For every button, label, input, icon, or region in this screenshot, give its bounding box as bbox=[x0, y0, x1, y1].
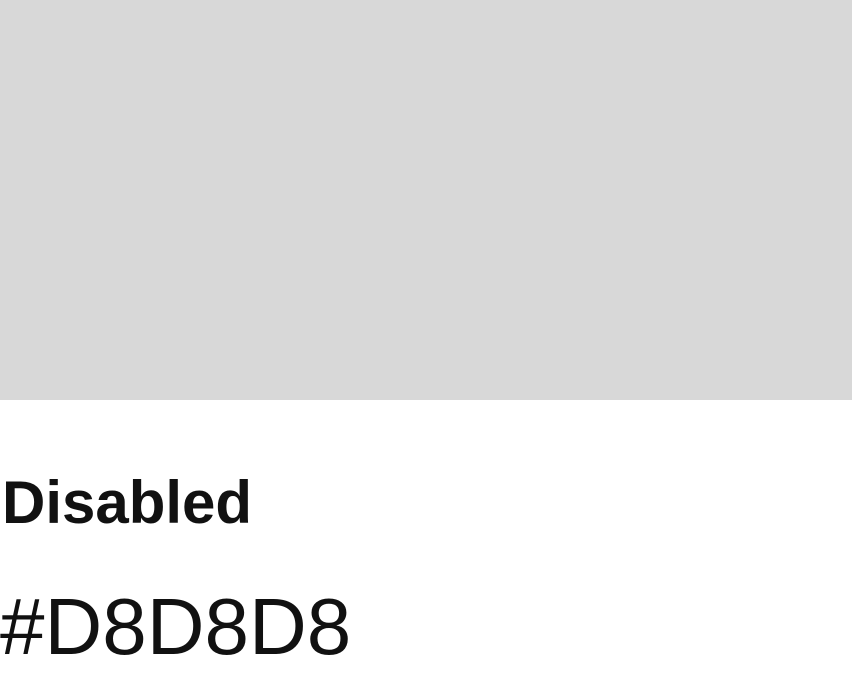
swatch-name: Disabled bbox=[2, 469, 253, 536]
color-swatch-card: Disabled #D8D8D8 bbox=[0, 0, 852, 676]
swatch-color-block bbox=[0, 0, 852, 400]
swatch-hex-value: #D8D8D8 bbox=[0, 582, 352, 671]
